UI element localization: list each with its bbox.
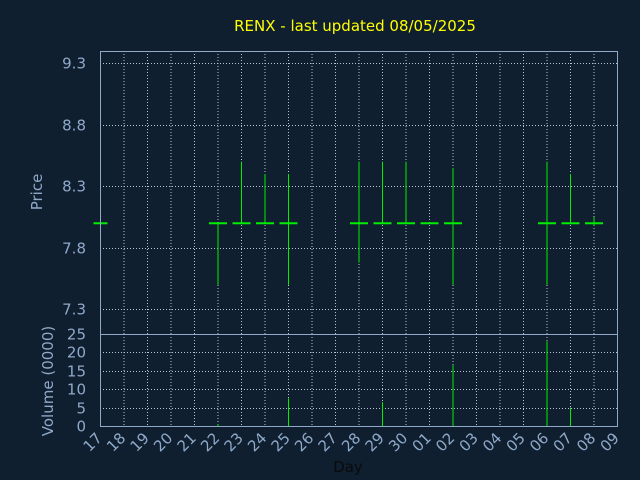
- x-tick-label: 28: [338, 429, 364, 455]
- volume-bars: [217, 341, 571, 426]
- x-tick-label: 29: [362, 429, 388, 455]
- x-tick-label: 22: [197, 429, 223, 455]
- price-bar: [256, 174, 274, 225]
- x-tick-label: 19: [127, 429, 153, 455]
- price-bar: [444, 167, 462, 285]
- x-tick-label: 05: [503, 429, 529, 455]
- volume-axis-label: Volume (0000): [39, 326, 57, 436]
- x-tick-label: 25: [268, 429, 294, 455]
- x-tick-label: 07: [550, 429, 576, 455]
- volume-y-tick-label: 25: [67, 326, 86, 344]
- x-axis-ticks: 1718192021222324252627282930010203040506…: [80, 429, 623, 455]
- x-tick-label: 27: [315, 429, 341, 455]
- price-bar: [373, 161, 392, 225]
- x-axis-label: Day: [333, 458, 363, 476]
- price-bar: [397, 161, 415, 225]
- x-tick-label: 02: [432, 429, 458, 455]
- volume-y-tick-label: 0: [76, 418, 86, 436]
- volume-y-tick-label: 10: [67, 381, 86, 399]
- x-tick-label: 09: [597, 429, 623, 455]
- x-tick-label: 20: [150, 429, 176, 455]
- x-tick-label: 06: [526, 429, 552, 455]
- price-y-tick-label: 9.3: [62, 55, 86, 73]
- price-y-ticks: 9.3 8.8 8.3 7.8 7.3: [62, 55, 86, 319]
- volume-grid: [100, 334, 617, 426]
- chart-title: RENX - last updated 08/05/2025: [234, 17, 476, 35]
- x-tick-label: 26: [291, 429, 317, 455]
- x-tick-label: 03: [456, 429, 482, 455]
- volume-y-tick-label: 20: [67, 344, 86, 362]
- x-tick-label: 01: [409, 429, 435, 455]
- volume-y-tick-label: 15: [67, 363, 86, 381]
- price-y-tick-label: 8.3: [62, 178, 86, 196]
- x-tick-label: 18: [103, 429, 129, 455]
- x-tick-label: 04: [479, 429, 505, 455]
- x-tick-label: 24: [244, 429, 270, 455]
- price-y-tick-label: 7.3: [62, 301, 86, 319]
- price-y-tick-label: 8.8: [62, 117, 86, 135]
- stock-chart: 9.38.88.37.87.3 2520151050 1718192021222…: [28, 17, 623, 476]
- price-bar: [232, 161, 251, 225]
- price-bar: [279, 174, 298, 285]
- x-tick-label: 30: [385, 429, 411, 455]
- price-y-tick-label: 7.8: [62, 240, 86, 258]
- x-tick-label: 23: [221, 429, 247, 455]
- volume-y-tick-label: 5: [76, 400, 86, 418]
- price-bar: [561, 174, 580, 225]
- price-bar: [538, 161, 556, 285]
- price-bar: [209, 222, 227, 285]
- x-tick-label: 08: [573, 429, 599, 455]
- price-axis-label: Price: [28, 174, 46, 211]
- volume-y-ticks: 2520151050: [67, 326, 86, 436]
- price-bar: [585, 217, 603, 226]
- x-tick-label: 21: [174, 429, 200, 455]
- price-bars: [93, 161, 603, 285]
- price-bar: [350, 161, 368, 263]
